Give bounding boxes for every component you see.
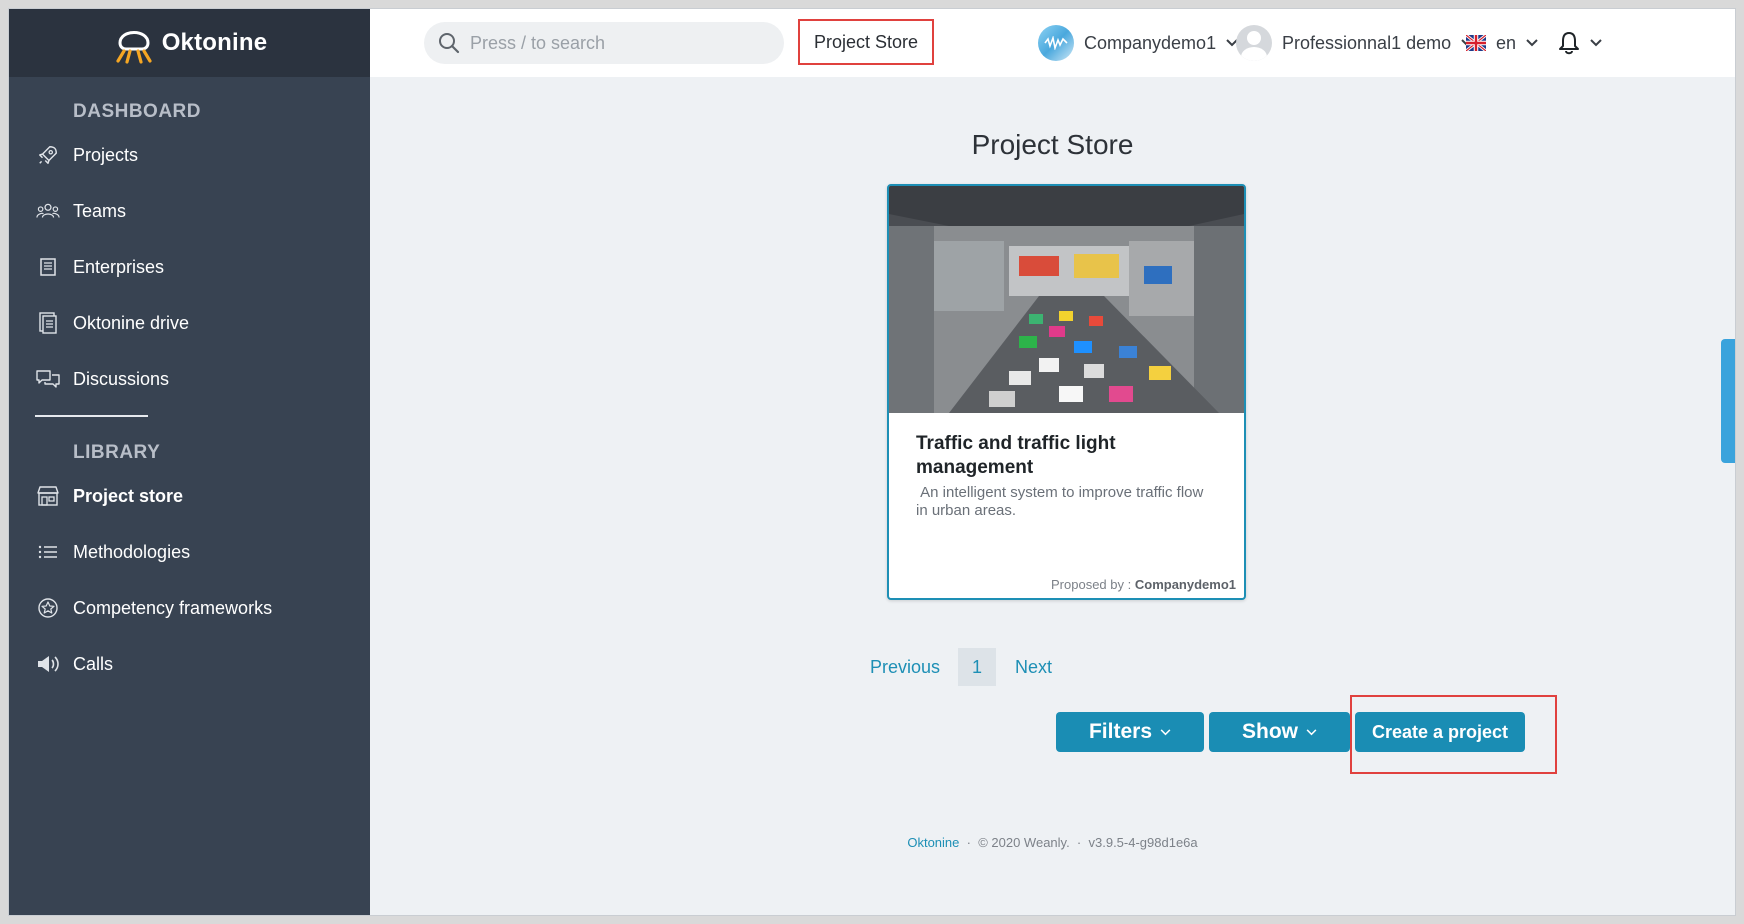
top-bar: Project Store Companydemo1 Professionnal… bbox=[370, 9, 1735, 77]
sidebar-item-label: Discussions bbox=[73, 368, 170, 389]
sidebar-item-teams[interactable]: Teams bbox=[9, 191, 370, 231]
sidebar-item-label: Calls bbox=[73, 653, 114, 674]
footer: Oktonine · © 2020 Weanly. · v3.9.5-4-g98… bbox=[370, 835, 1735, 850]
sidebar-item-label: Enterprises bbox=[73, 256, 165, 277]
language-switcher[interactable]: en bbox=[1466, 21, 1538, 65]
pagination-current-wrap: 1 bbox=[958, 648, 996, 686]
dashboard-section-title: DASHBOARD bbox=[73, 101, 201, 122]
footer-separator: · bbox=[966, 835, 971, 850]
bell-icon bbox=[1559, 32, 1579, 55]
project-description: An intelligent system to improve traffic… bbox=[916, 484, 1208, 519]
library-section-title: LIBRARY bbox=[73, 442, 161, 463]
notifications-button[interactable] bbox=[1558, 21, 1602, 65]
enterprise-icon bbox=[35, 254, 61, 280]
company-switcher[interactable]: Companydemo1 bbox=[1038, 21, 1238, 65]
show-label: Show bbox=[1242, 720, 1298, 743]
company-name: Companydemo1 bbox=[1084, 32, 1217, 53]
company-logo-icon bbox=[1038, 25, 1074, 61]
pagination-previous[interactable]: Previous bbox=[870, 657, 940, 678]
page-title: Project Store bbox=[971, 129, 1134, 160]
pagination: Previous bbox=[870, 648, 940, 686]
chevron-down-icon bbox=[1306, 728, 1317, 735]
sidebar-item-enterprises[interactable]: Enterprises bbox=[9, 247, 370, 287]
sidebar-item-methodologies[interactable]: Methodologies bbox=[9, 532, 370, 572]
pagination-page-1[interactable]: 1 bbox=[958, 648, 996, 686]
sidebar-item-calls[interactable]: Calls bbox=[9, 644, 370, 684]
store-icon bbox=[35, 483, 61, 509]
footer-version: v3.9.5-4-g98d1e6a bbox=[1088, 835, 1198, 850]
app-window: Oktonine DASHBOARD Projects Teams Enterp… bbox=[8, 8, 1736, 916]
search-icon bbox=[439, 33, 460, 54]
sidebar-item-label: Methodologies bbox=[73, 541, 191, 562]
user-name: Professionnal1 demo bbox=[1282, 32, 1452, 53]
megaphone-icon bbox=[35, 651, 61, 677]
sidebar-item-label: Projects bbox=[73, 144, 139, 165]
sidebar-item-project-store[interactable]: Project store bbox=[9, 476, 370, 516]
footer-copyright: © 2020 Weanly. bbox=[978, 835, 1070, 850]
language-code: en bbox=[1496, 32, 1517, 53]
sidebar-item-label: Project store bbox=[73, 485, 184, 506]
sidebar-item-label: Oktonine drive bbox=[73, 312, 190, 333]
project-title: Traffic and traffic light management bbox=[916, 433, 1116, 478]
proposed-by: Proposed by : Companydemo1 bbox=[1051, 577, 1236, 592]
highlight-box bbox=[1350, 695, 1557, 774]
pagination-next[interactable]: Next bbox=[1015, 657, 1052, 678]
chevron-down-icon bbox=[1526, 39, 1538, 47]
search-input[interactable] bbox=[470, 32, 770, 54]
project-card[interactable]: Traffic and traffic light management An … bbox=[887, 184, 1246, 600]
filters-label: Filters bbox=[1088, 720, 1153, 743]
footer-separator: · bbox=[1076, 835, 1082, 850]
sidebar-divider bbox=[35, 415, 148, 417]
octopus-logo-icon bbox=[116, 31, 152, 64]
proposed-by-label: Proposed by : bbox=[1051, 577, 1132, 592]
sidebar-item-discussions[interactable]: Discussions bbox=[9, 359, 370, 399]
sidebar-item-competency-frameworks[interactable]: Competency frameworks bbox=[9, 588, 370, 628]
chevron-down-icon bbox=[1590, 39, 1602, 47]
uk-flag-icon bbox=[1466, 35, 1486, 51]
logo[interactable]: Oktonine bbox=[9, 9, 370, 77]
team-icon bbox=[35, 198, 61, 224]
brand-name: Oktonine bbox=[161, 29, 268, 56]
tab-project-store[interactable]: Project Store bbox=[798, 19, 934, 65]
sidebar-item-projects[interactable]: Projects bbox=[9, 135, 370, 175]
user-menu[interactable]: Professionnal1 demo bbox=[1236, 21, 1473, 65]
sidebar: Oktonine DASHBOARD Projects Teams Enterp… bbox=[9, 9, 370, 915]
rocket-icon bbox=[35, 142, 61, 168]
badge-icon bbox=[35, 595, 61, 621]
feedback-side-tab[interactable] bbox=[1721, 339, 1735, 463]
pagination-next-wrap: Next bbox=[1015, 648, 1052, 686]
sidebar-item-label: Teams bbox=[73, 200, 127, 221]
search-box[interactable] bbox=[424, 22, 784, 64]
drive-icon bbox=[35, 310, 61, 336]
list-icon bbox=[35, 539, 61, 565]
show-button[interactable]: Show bbox=[1209, 712, 1350, 752]
discussion-icon bbox=[35, 366, 61, 392]
avatar bbox=[1236, 25, 1272, 61]
sidebar-item-label: Competency frameworks bbox=[73, 597, 273, 618]
footer-brand-link[interactable]: Oktonine bbox=[907, 835, 959, 850]
filters-button[interactable]: Filters bbox=[1056, 712, 1204, 752]
chevron-down-icon bbox=[1160, 728, 1171, 735]
sidebar-item-drive[interactable]: Oktonine drive bbox=[9, 303, 370, 343]
proposed-by-company: Companydemo1 bbox=[1134, 577, 1236, 592]
traffic-photo bbox=[889, 186, 1244, 413]
